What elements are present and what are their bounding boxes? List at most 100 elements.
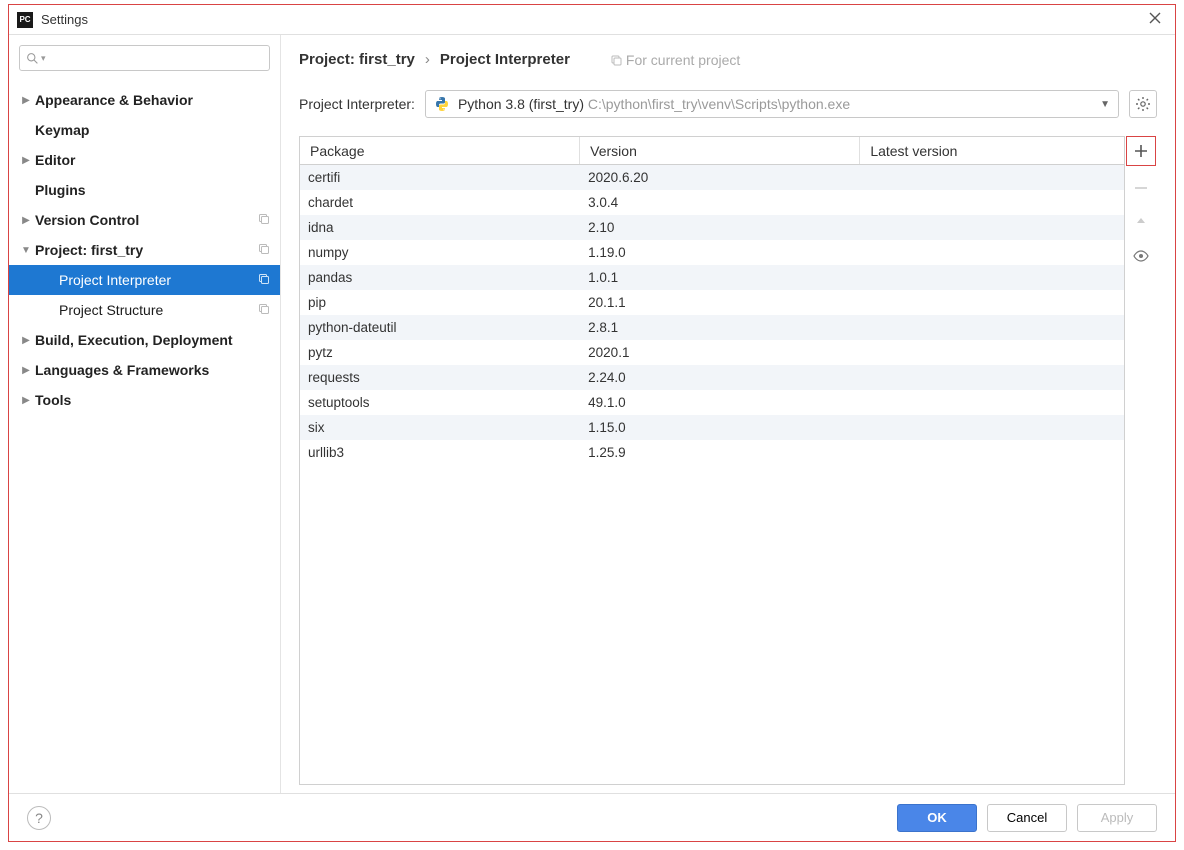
table-row[interactable]: pip20.1.1 — [300, 290, 1124, 315]
breadcrumb-separator: › — [425, 51, 430, 68]
cell-ver: 2.8.1 — [580, 315, 860, 340]
search-icon — [26, 52, 39, 65]
table-row[interactable]: chardet3.0.4 — [300, 190, 1124, 215]
column-package[interactable]: Package — [300, 137, 580, 164]
app-icon: PC — [17, 12, 33, 28]
table-row[interactable]: requests2.24.0 — [300, 365, 1124, 390]
cell-ver: 3.0.4 — [580, 190, 860, 215]
sidebar-item-project-first-try[interactable]: ▼Project: first_try — [9, 235, 280, 265]
show-early-releases-button[interactable] — [1128, 244, 1154, 268]
sidebar-item-project-interpreter[interactable]: ▶Project Interpreter — [9, 265, 280, 295]
sidebar: ▾ ▶Appearance & Behavior▶Keymap▶Editor▶P… — [9, 35, 281, 793]
cell-ver: 2020.1 — [580, 340, 860, 365]
cell-ver: 2020.6.20 — [580, 165, 860, 190]
table-row[interactable]: setuptools49.1.0 — [300, 390, 1124, 415]
sidebar-item-project-structure[interactable]: ▶Project Structure — [9, 295, 280, 325]
cell-pkg: idna — [300, 215, 580, 240]
content-panel: Project: first_try › Project Interpreter… — [281, 35, 1175, 793]
cell-ver: 1.25.9 — [580, 440, 860, 465]
table-header: Package Version Latest version — [300, 137, 1124, 165]
sidebar-item-label: Keymap — [35, 122, 270, 138]
chevron-right-icon: ▶ — [19, 365, 33, 376]
copy-icon — [258, 303, 270, 318]
cell-ver: 1.0.1 — [580, 265, 860, 290]
chevron-down-icon: ▾ — [41, 53, 46, 64]
cell-pkg: chardet — [300, 190, 580, 215]
copy-icon — [258, 243, 270, 258]
package-toolbar — [1125, 136, 1157, 785]
upgrade-package-button[interactable] — [1128, 210, 1154, 234]
close-icon — [1149, 12, 1161, 24]
cell-pkg: pip — [300, 290, 580, 315]
sidebar-item-editor[interactable]: ▶Editor — [9, 145, 280, 175]
cell-ver: 49.1.0 — [580, 390, 860, 415]
cell-ver: 2.10 — [580, 215, 860, 240]
sidebar-item-keymap[interactable]: ▶Keymap — [9, 115, 280, 145]
cell-pkg: python-dateutil — [300, 315, 580, 340]
chevron-right-icon: ▶ — [19, 155, 33, 166]
eye-icon — [1133, 250, 1149, 262]
sidebar-item-label: Tools — [35, 392, 270, 408]
breadcrumb: Project: first_try › Project Interpreter… — [299, 51, 1157, 68]
column-version[interactable]: Version — [580, 137, 860, 164]
cell-lat — [860, 290, 1124, 315]
table-row[interactable]: six1.15.0 — [300, 415, 1124, 440]
chevron-right-icon: ▶ — [19, 125, 33, 136]
remove-package-button[interactable] — [1128, 176, 1154, 200]
cell-lat — [860, 165, 1124, 190]
interpreter-dropdown[interactable]: Python 3.8 (first_try) C:\python\first_t… — [425, 90, 1119, 118]
add-package-button[interactable] — [1126, 136, 1156, 166]
sidebar-item-appearance-behavior[interactable]: ▶Appearance & Behavior — [9, 85, 280, 115]
help-button[interactable]: ? — [27, 806, 51, 830]
question-icon: ? — [35, 810, 43, 826]
sidebar-item-label: Plugins — [35, 182, 270, 198]
breadcrumb-page: Project Interpreter — [440, 51, 570, 68]
cell-lat — [860, 265, 1124, 290]
table-row[interactable]: python-dateutil2.8.1 — [300, 315, 1124, 340]
sidebar-item-tools[interactable]: ▶Tools — [9, 385, 280, 415]
sidebar-item-plugins[interactable]: ▶Plugins — [9, 175, 280, 205]
table-row[interactable]: idna2.10 — [300, 215, 1124, 240]
sidebar-item-label: Appearance & Behavior — [35, 92, 270, 108]
chevron-right-icon: ▶ — [19, 215, 33, 226]
table-row[interactable]: numpy1.19.0 — [300, 240, 1124, 265]
cell-lat — [860, 215, 1124, 240]
interpreter-settings-button[interactable] — [1129, 90, 1157, 118]
cell-pkg: setuptools — [300, 390, 580, 415]
chevron-right-icon: ▶ — [43, 275, 57, 286]
table-row[interactable]: pandas1.0.1 — [300, 265, 1124, 290]
cell-lat — [860, 240, 1124, 265]
interpreter-label: Project Interpreter: — [299, 96, 415, 112]
chevron-right-icon: ▶ — [19, 95, 33, 106]
cell-pkg: pytz — [300, 340, 580, 365]
sidebar-item-label: Project: first_try — [35, 242, 258, 258]
gear-icon — [1135, 96, 1151, 112]
chevron-right-icon: ▶ — [43, 305, 57, 316]
cell-lat — [860, 440, 1124, 465]
ok-button[interactable]: OK — [897, 804, 977, 832]
cancel-button[interactable]: Cancel — [987, 804, 1067, 832]
column-latest[interactable]: Latest version — [860, 137, 1124, 164]
apply-button[interactable]: Apply — [1077, 804, 1157, 832]
titlebar: PC Settings — [9, 5, 1175, 35]
cell-lat — [860, 390, 1124, 415]
cell-lat — [860, 365, 1124, 390]
table-row[interactable]: pytz2020.1 — [300, 340, 1124, 365]
chevron-right-icon: ▶ — [19, 335, 33, 346]
sidebar-item-label: Build, Execution, Deployment — [35, 332, 270, 348]
cell-ver: 2.24.0 — [580, 365, 860, 390]
settings-dialog: PC Settings ▾ ▶Appearance & Behavior▶Key… — [8, 4, 1176, 842]
search-input[interactable]: ▾ — [19, 45, 270, 71]
table-row[interactable]: urllib31.25.9 — [300, 440, 1124, 465]
sidebar-item-label: Editor — [35, 152, 270, 168]
dialog-footer: ? OK Cancel Apply — [9, 793, 1175, 841]
minus-icon — [1134, 181, 1148, 195]
sidebar-item-languages-frameworks[interactable]: ▶Languages & Frameworks — [9, 355, 280, 385]
table-row[interactable]: certifi2020.6.20 — [300, 165, 1124, 190]
for-current-project-badge: For current project — [610, 52, 740, 68]
chevron-down-icon: ▼ — [1100, 99, 1110, 110]
close-button[interactable] — [1143, 11, 1167, 29]
sidebar-item-version-control[interactable]: ▶Version Control — [9, 205, 280, 235]
sidebar-item-label: Version Control — [35, 212, 258, 228]
sidebar-item-build-execution-deployment[interactable]: ▶Build, Execution, Deployment — [9, 325, 280, 355]
